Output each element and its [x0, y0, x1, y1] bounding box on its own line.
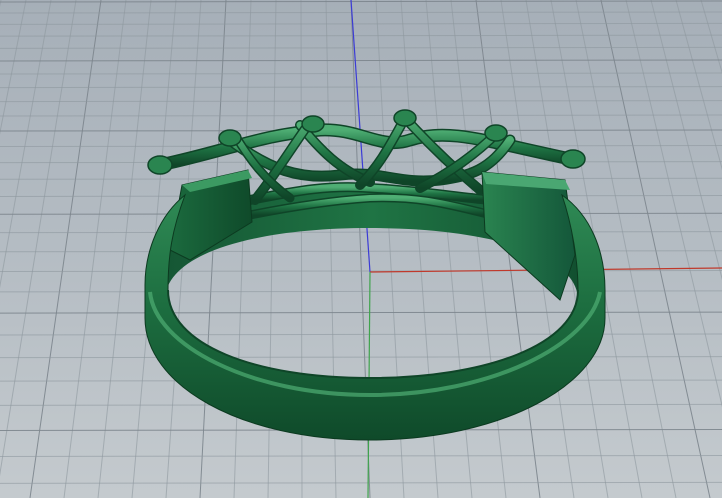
grid-line	[650, 0, 722, 281]
grid-line	[625, 0, 722, 408]
grid-line	[0, 72, 722, 75]
grid-line	[0, 481, 722, 484]
grid-line	[0, 161, 722, 164]
grid-line	[0, 356, 722, 359]
3d-viewport[interactable]	[0, 0, 722, 498]
grid-line	[233, 0, 252, 498]
grid-line	[97, 0, 152, 498]
ring-model[interactable]	[144, 109, 606, 441]
grid-line	[0, 269, 722, 272]
grid-line	[675, 0, 722, 171]
end-block-right	[481, 171, 576, 301]
grid-line	[0, 100, 722, 103]
grid-line	[700, 0, 722, 74]
viewport-canvas[interactable]	[0, 0, 722, 498]
grid-line	[0, 114, 722, 117]
grid-line	[0, 290, 722, 293]
grid-line	[0, 231, 722, 234]
grid-line	[63, 0, 127, 498]
grid-line	[600, 0, 711, 498]
grid-line	[0, 311, 722, 314]
grid-line	[0, 46, 722, 49]
grid-line	[29, 0, 102, 498]
grid-line	[0, 454, 722, 457]
grid-line	[0, 22, 722, 25]
grid-line	[0, 333, 722, 336]
grid-line	[0, 59, 722, 62]
grid-line	[0, 0, 2, 8]
grid-line	[0, 250, 722, 253]
grid-line	[0, 34, 722, 37]
grid-line	[0, 0, 27, 135]
grid-line	[0, 86, 722, 89]
grid-line	[0, 0, 722, 3]
grid-line	[0, 11, 722, 14]
